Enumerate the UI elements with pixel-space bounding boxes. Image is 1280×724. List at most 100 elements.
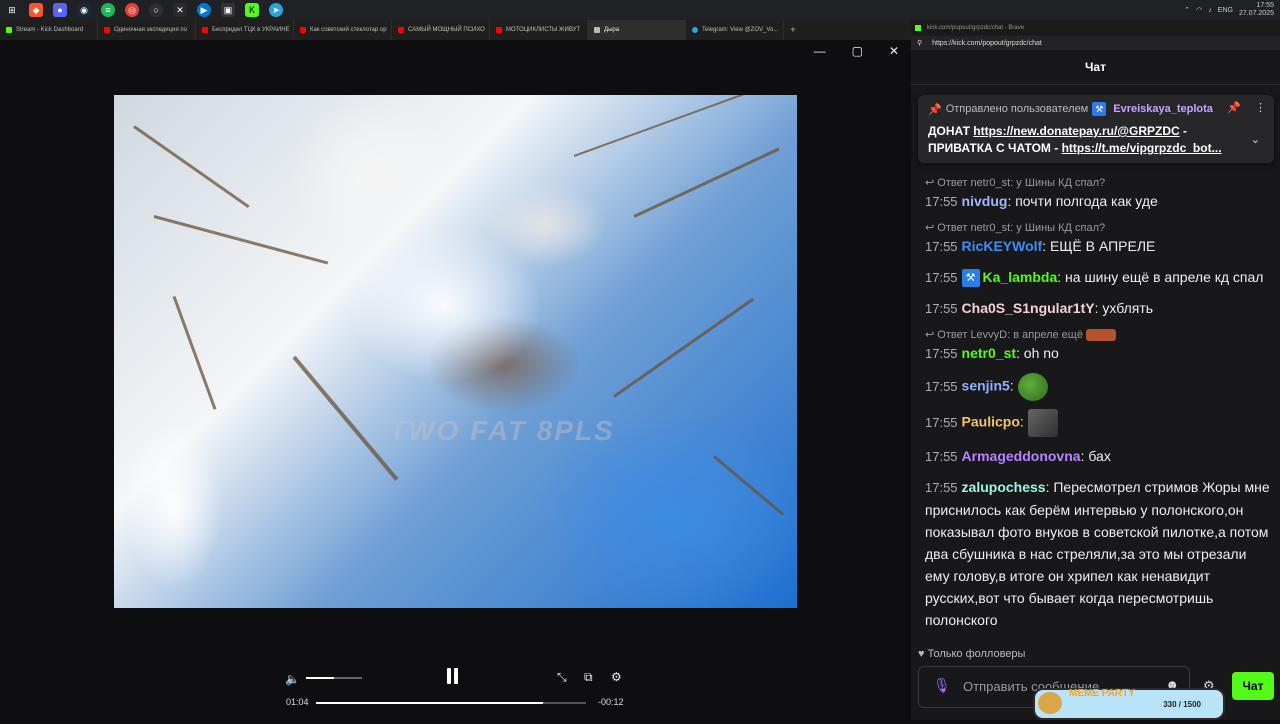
- browser-tab[interactable]: Stream - Kick Dashboard: [0, 20, 98, 40]
- site-info-icon[interactable]: ⚲: [917, 39, 922, 47]
- timestamp: 17:55: [925, 414, 958, 430]
- tree-branch: [613, 297, 755, 398]
- brave-icon[interactable]: ◆: [29, 3, 43, 17]
- address-bar[interactable]: ⚲ https://kick.com/popout/grpzdc/chat: [911, 36, 1280, 50]
- microphone-icon[interactable]: 🎙: [933, 677, 951, 694]
- username[interactable]: Armageddonovna: [962, 448, 1081, 464]
- pinned-body: ДОНАТ https://new.donatepay.ru/@GRPZDC -…: [928, 123, 1243, 157]
- pin-icon: 📌: [928, 103, 942, 116]
- pause-bar: [447, 668, 451, 684]
- pinned-line-1: ДОНАТ https://new.donatepay.ru/@GRPZDC -: [928, 123, 1243, 140]
- username[interactable]: Cha0S_S1ngular1tY: [962, 300, 1095, 316]
- more-options-icon[interactable]: ⋮: [1255, 101, 1266, 114]
- pinned-message[interactable]: 📌 Отправлено пользователем ⚒ Evreiskaya_…: [918, 95, 1274, 163]
- browser-tab[interactable]: МОТОЦИКЛИСТЫ ЖИВУТ: [490, 20, 588, 40]
- seek-bar[interactable]: [316, 702, 586, 704]
- pip-icon[interactable]: ⧉: [584, 670, 593, 685]
- browser-tab[interactable]: САМЫЙ МОЩНЫЙ ПСИХО: [392, 20, 490, 40]
- windows-icon[interactable]: ⊞: [5, 3, 19, 17]
- close-icon[interactable]: ✕: [889, 44, 899, 58]
- doge-icon: [1038, 692, 1062, 714]
- youtube-icon: [104, 27, 110, 33]
- language-indicator[interactable]: ENG: [1218, 7, 1233, 14]
- tab-label: Как советский стеклотар ор: [310, 27, 387, 33]
- meme-party-widget[interactable]: MEME PARTY 330 / 1500: [1033, 688, 1225, 720]
- chevron-down-icon[interactable]: ⌄: [1251, 133, 1260, 146]
- username[interactable]: nivdug: [962, 193, 1008, 209]
- username[interactable]: zalupochess: [962, 479, 1046, 495]
- video-frame[interactable]: TWO FAT 8PLS: [114, 95, 797, 608]
- app-icon[interactable]: ▶: [197, 3, 211, 17]
- clock[interactable]: 17:55 27.07.2025: [1239, 2, 1274, 18]
- reply-context[interactable]: ↩ Ответ netr0_st: у Шины КД спал?: [925, 221, 1271, 235]
- unpin-icon[interactable]: 📌: [1227, 101, 1241, 114]
- tab-label: Беспредел ТЦК в УКРАИНЕ: [212, 27, 290, 33]
- heart-icon: ♥: [918, 648, 925, 660]
- video-watermark: TWO FAT 8PLS: [389, 415, 615, 446]
- minimize-icon[interactable]: —: [814, 44, 826, 58]
- message-text: почти полгода как уде: [1015, 193, 1158, 209]
- photo-emote-icon[interactable]: [1027, 409, 1058, 437]
- app-icon[interactable]: ▣: [221, 3, 235, 17]
- speaker-icon: [594, 27, 600, 33]
- seek-progress: [316, 702, 543, 704]
- reply-context[interactable]: ↩ Ответ LevvyD: в апреле ещё: [925, 328, 1271, 342]
- chevron-up-icon[interactable]: ⌃: [1184, 6, 1190, 14]
- new-tab-icon[interactable]: +: [784, 25, 802, 36]
- username[interactable]: Ka_lambda: [983, 269, 1058, 285]
- window-controls: — ▢ ✕: [814, 44, 899, 58]
- pinned-user[interactable]: Evreiskaya_teplota: [1113, 103, 1213, 115]
- timestamp: 17:55: [925, 378, 958, 394]
- timestamp: 17:55: [925, 239, 958, 254]
- browser-tab-active[interactable]: Дыра: [588, 20, 686, 40]
- youtube-icon: [398, 27, 404, 33]
- clock-time: 17:55: [1256, 2, 1274, 9]
- epic-icon[interactable]: ✕: [173, 3, 187, 17]
- volume-icon[interactable]: ♪: [1208, 7, 1212, 14]
- followers-only-notice: ♥ Только фолловеры: [918, 648, 1025, 660]
- username[interactable]: senjin5: [962, 378, 1010, 394]
- wifi-icon[interactable]: ◠: [1196, 6, 1202, 14]
- system-tray: ⌃ ◠ ♪ ENG 17:55 27.07.2025: [1184, 2, 1274, 18]
- obs-icon[interactable]: ○: [149, 3, 163, 17]
- maximize-icon[interactable]: ▢: [852, 44, 863, 58]
- telegram-icon[interactable]: ➤: [269, 3, 283, 17]
- volume-icon[interactable]: 🔈: [285, 672, 300, 686]
- browser-tab[interactable]: Как советский стеклотар ор: [294, 20, 392, 40]
- pinned-by-label: Отправлено пользователем: [945, 103, 1089, 115]
- username[interactable]: netr0_st: [962, 345, 1016, 361]
- volume-slider[interactable]: [306, 677, 362, 679]
- followers-only-text: Только фолловеры: [927, 648, 1026, 660]
- youtube-icon: [496, 27, 502, 33]
- donate-link[interactable]: https://new.donatepay.ru/@GRPZDC: [973, 124, 1179, 138]
- reply-context[interactable]: ↩ Ответ netr0_st: у Шины КД спал?: [925, 176, 1271, 190]
- settings-icon[interactable]: ⚙: [611, 670, 622, 684]
- tab-label: Stream - Kick Dashboard: [16, 27, 84, 33]
- browser-tab[interactable]: Telegram: View @ZOV_Vo...: [686, 20, 784, 40]
- steam-icon[interactable]: ◉: [77, 3, 91, 17]
- volume-fill: [306, 677, 334, 679]
- exit-fullscreen-icon[interactable]: ⤡: [557, 670, 567, 685]
- reply-text: Ответ netr0_st: у Шины КД спал?: [937, 177, 1106, 189]
- emote-image: [1086, 329, 1117, 342]
- tree-branch: [133, 125, 250, 209]
- spotify-icon[interactable]: ≡: [101, 3, 115, 17]
- url-text[interactable]: https://kick.com/popout/grpzdc/chat: [932, 40, 1042, 47]
- pause-button[interactable]: [447, 668, 461, 686]
- tree-branch: [172, 295, 217, 410]
- pepe-emote-icon[interactable]: [1017, 373, 1048, 401]
- pinned-line-2: ПРИВАТКА С ЧАТОМ - https://t.me/vipgrpzd…: [928, 140, 1243, 157]
- chat-message: 17:55 Armageddonovna: бах: [925, 448, 1111, 464]
- tab-label: САМЫЙ МОЩНЫЙ ПСИХО: [408, 27, 485, 33]
- username[interactable]: RicKEYWolf: [962, 238, 1043, 254]
- chat-message: 17:55 RicKEYWolf: ЕЩЁ В АПРЕЛЕ: [925, 238, 1156, 254]
- chrome-icon[interactable]: ◎: [125, 3, 139, 17]
- kick-icon[interactable]: K: [245, 3, 259, 17]
- tree-branch: [573, 95, 763, 157]
- discord-icon[interactable]: ●: [53, 3, 67, 17]
- send-chat-button[interactable]: Чат: [1232, 672, 1274, 700]
- username[interactable]: Paulicpo: [962, 414, 1020, 430]
- browser-tab[interactable]: Одиночная экспедиция по: [98, 20, 196, 40]
- browser-tab[interactable]: Беспредел ТЦК в УКРАИНЕ: [196, 20, 294, 40]
- telegram-link[interactable]: https://t.me/vipgrpzdc_bot...: [1062, 141, 1222, 155]
